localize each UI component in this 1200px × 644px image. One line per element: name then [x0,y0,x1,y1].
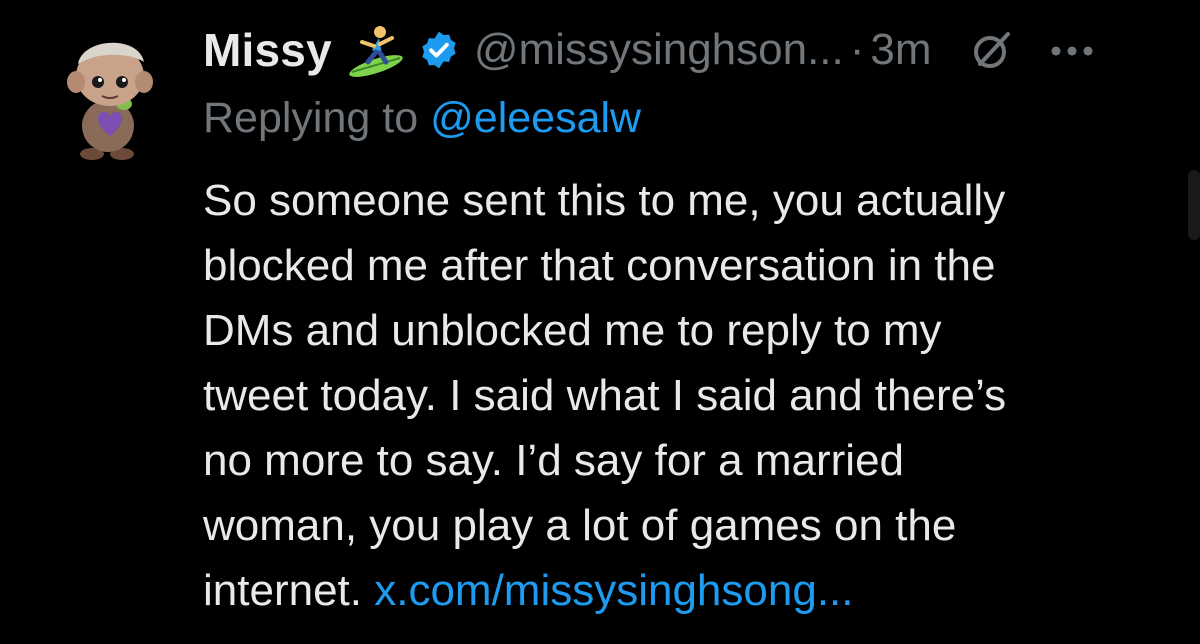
tweet-text-last-line: internet. x.com/missysinghsong... [203,558,1183,623]
tweet-text-line: DMs and unblocked me to reply to my [203,306,942,355]
tweet-text-line: So someone sent this to me, you actually [203,176,1006,225]
tweet-link[interactable]: x.com/missysinghsong... [374,566,853,615]
replying-to: Replying to @eleesalw [203,90,641,146]
tweet-text-line: woman, you play a lot of games on the [203,501,957,550]
tweet-text: So someone sent this to me, you actually… [203,168,1183,623]
tweet-header: Missy @missysinghson... · 3m [203,18,1183,82]
timestamp[interactable]: 3m [870,25,931,75]
verified-badge-icon[interactable] [418,29,460,71]
avatar[interactable] [58,26,168,164]
tweet-text-line: blocked me after that conversation in th… [203,241,996,290]
separator-dot: · [849,25,865,74]
display-name[interactable]: Missy [203,23,332,77]
user-handle[interactable]: @missysinghson... [474,25,844,75]
scrollbar[interactable] [1188,170,1200,240]
more-options-icon[interactable] [1050,43,1094,57]
tweet-text-line: no more to say. I’d say for a married [203,436,905,485]
grok-icon[interactable] [972,30,1012,70]
replying-handle-link[interactable]: @eleesalw [430,94,641,143]
tweet-text-final-word: internet. [203,566,362,615]
replying-prefix: Replying to [203,93,419,142]
tweet-text-line: tweet today. I said what I said and ther… [203,371,1007,420]
person-surfing-emoji-icon [346,22,406,78]
